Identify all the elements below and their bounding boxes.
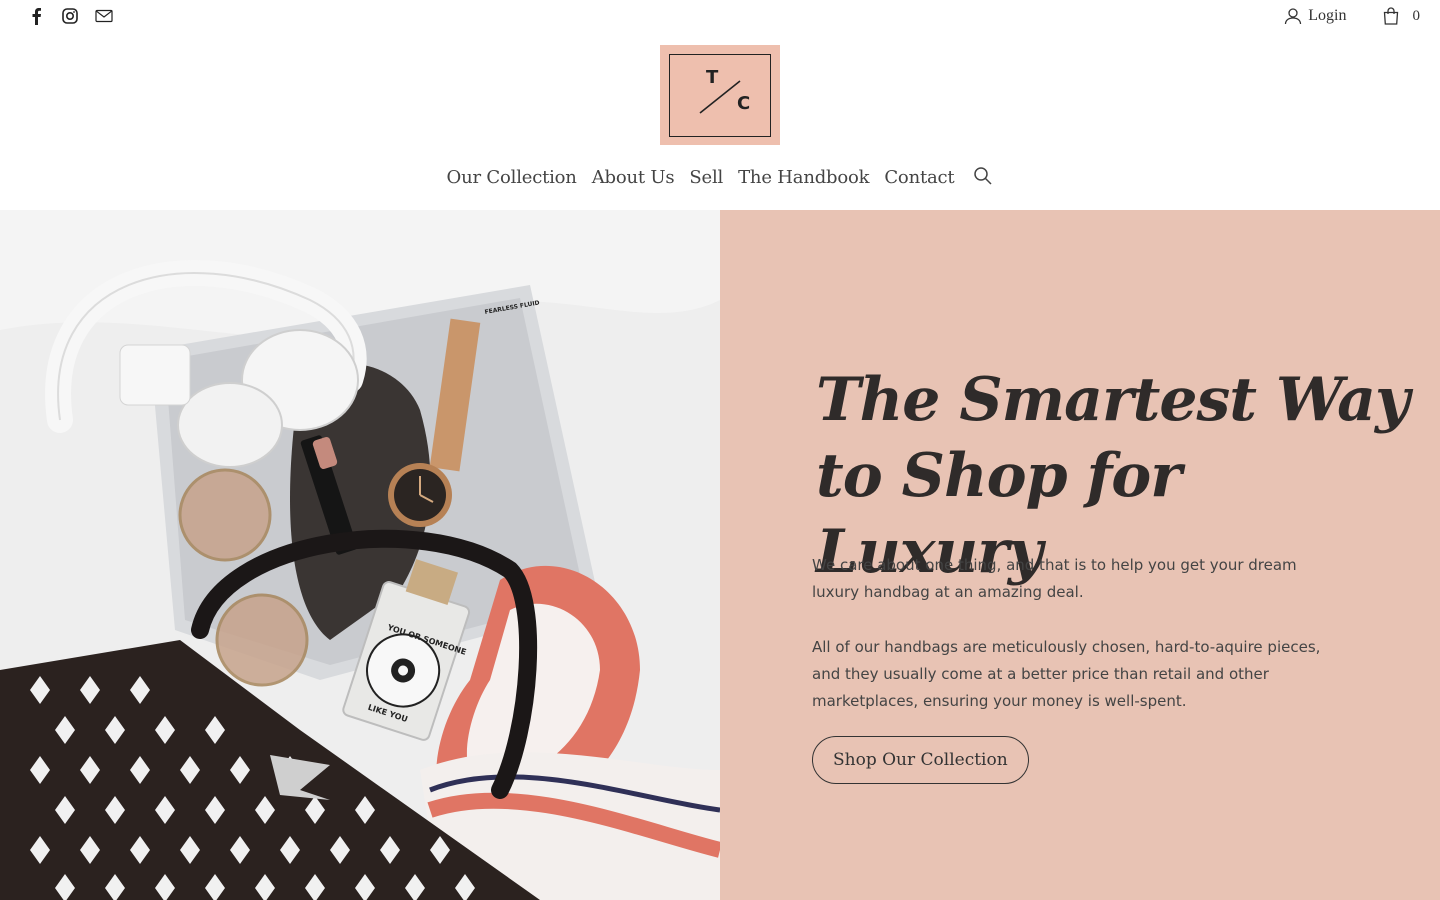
nav-item-sell[interactable]: Sell [689, 167, 723, 188]
logo-frame: T C [669, 53, 771, 137]
nav-item-the-handbook[interactable]: The Handbook [738, 167, 869, 188]
search-icon[interactable] [973, 166, 993, 190]
top-utility-bar: Login 0 [0, 0, 1440, 40]
nav-item-about-us[interactable]: About Us [592, 167, 675, 188]
cart-link[interactable]: 0 [1383, 7, 1421, 25]
logo-letter-c: C [737, 92, 751, 114]
hero-headline-line-1: The Smartest Way [816, 365, 1410, 435]
hero-paragraph-2: All of our handbags are meticulously cho… [812, 638, 1321, 710]
social-links [26, 6, 114, 26]
user-icon [1285, 8, 1302, 25]
site-logo[interactable]: T C [660, 45, 780, 145]
account-cart-area: Login 0 [1284, 7, 1420, 25]
facebook-icon[interactable] [26, 6, 46, 26]
login-label: Login [1308, 7, 1347, 24]
hero-text-panel: The Smartest Way to Shop for Luxury We c… [720, 210, 1440, 900]
nav-item-our-collection[interactable]: Our Collection [447, 167, 577, 188]
nav-item-contact[interactable]: Contact [884, 167, 954, 188]
cart-count: 0 [1412, 7, 1421, 24]
main-navigation: Our Collection About Us Sell The Handboo… [0, 164, 1440, 190]
logo-letter-t: T [706, 66, 719, 88]
shopping-bag-icon [1383, 7, 1398, 25]
hero-product-image: FEARLESS FLUID YOU OR SOMEONE LIKE YOU [0, 210, 720, 900]
login-link[interactable]: Login [1284, 7, 1347, 25]
hero-paragraph-1: We care about one thing, and that is to … [812, 556, 1297, 601]
email-icon[interactable] [94, 6, 114, 26]
hero-section: FEARLESS FLUID YOU OR SOMEONE LIKE YOU T… [0, 210, 1440, 900]
instagram-icon[interactable] [60, 6, 80, 26]
logo-slash [699, 79, 741, 114]
shop-our-collection-button[interactable]: Shop Our Collection [812, 736, 1029, 784]
